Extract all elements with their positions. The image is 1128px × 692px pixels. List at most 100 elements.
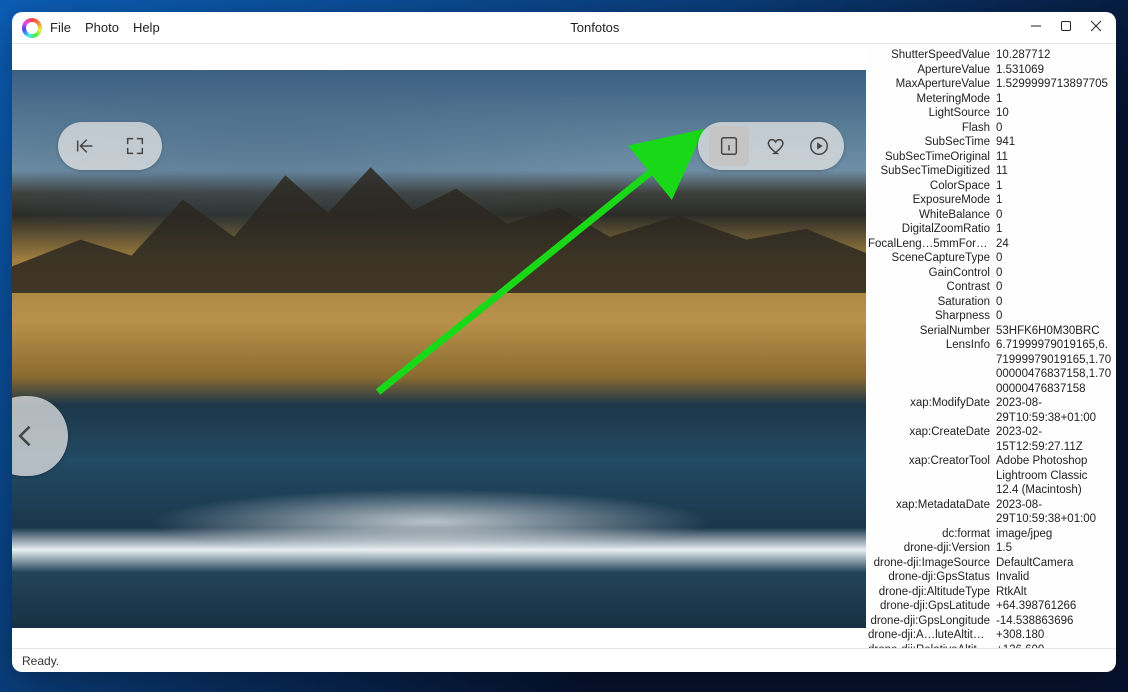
- metadata-value: 1: [994, 222, 1112, 237]
- metadata-key: xap:MetadataDate: [868, 498, 994, 527]
- app-window: File Photo Help Tonfotos: [12, 12, 1116, 672]
- metadata-row: ShutterSpeedValue10.287712: [868, 48, 1112, 63]
- metadata-key: xap:CreateDate: [868, 425, 994, 454]
- fullscreen-button[interactable]: [121, 132, 149, 160]
- metadata-key: Sharpness: [868, 309, 994, 324]
- metadata-key: dc:format: [868, 527, 994, 542]
- metadata-value: -14.538863696: [994, 614, 1112, 629]
- metadata-key: xap:CreatorTool: [868, 454, 994, 498]
- metadata-row: LightSource10: [868, 106, 1112, 121]
- metadata-value: image/jpeg: [994, 527, 1112, 542]
- metadata-value: +308.180: [994, 628, 1112, 643]
- metadata-key: FocalLeng…5mmFormat: [868, 237, 994, 252]
- metadata-key: drone-dji:AltitudeType: [868, 585, 994, 600]
- metadata-row: SubSecTime941: [868, 135, 1112, 150]
- metadata-key: WhiteBalance: [868, 208, 994, 223]
- metadata-panel[interactable]: ShutterSpeedValue10.287712ApertureValue1…: [866, 44, 1116, 648]
- metadata-row: drone-dji:GpsLatitude+64.398761266: [868, 599, 1112, 614]
- metadata-row: SubSecTimeOriginal11: [868, 150, 1112, 165]
- back-button[interactable]: [71, 132, 99, 160]
- slideshow-button[interactable]: [805, 132, 833, 160]
- statusbar: Ready.: [12, 648, 1116, 672]
- photo-surf: [97, 483, 763, 561]
- metadata-value: 2023-08-29T10:59:38+01:00: [994, 498, 1112, 527]
- metadata-row: Saturation0: [868, 295, 1112, 310]
- metadata-value: 24: [994, 237, 1112, 252]
- metadata-key: LightSource: [868, 106, 994, 121]
- metadata-row: ColorSpace1: [868, 179, 1112, 194]
- metadata-row: drone-dji:AltitudeTypeRtkAlt: [868, 585, 1112, 600]
- metadata-value: 1: [994, 92, 1112, 107]
- metadata-key: MeteringMode: [868, 92, 994, 107]
- metadata-key: drone-dji:GpsLongitude: [868, 614, 994, 629]
- metadata-value: 0: [994, 208, 1112, 223]
- metadata-row: dc:formatimage/jpeg: [868, 527, 1112, 542]
- metadata-value: 1.5: [994, 541, 1112, 556]
- metadata-row: drone-dji:GpsLongitude-14.538863696: [868, 614, 1112, 629]
- metadata-key: drone-dji:Version: [868, 541, 994, 556]
- window-controls: [1030, 20, 1110, 35]
- metadata-value: 1: [994, 193, 1112, 208]
- metadata-value: 53HFK6H0M30BRC: [994, 324, 1112, 339]
- metadata-value: 2023-08-29T10:59:38+01:00: [994, 396, 1112, 425]
- metadata-value: 0: [994, 121, 1112, 136]
- metadata-row: drone-dji:ImageSourceDefaultCamera: [868, 556, 1112, 571]
- metadata-key: ColorSpace: [868, 179, 994, 194]
- metadata-row: xap:MetadataDate2023-08-29T10:59:38+01:0…: [868, 498, 1112, 527]
- maximize-button[interactable]: [1060, 20, 1072, 35]
- metadata-value: +64.398761266: [994, 599, 1112, 614]
- photo-mountains: [12, 159, 866, 293]
- metadata-row: ExposureMode1: [868, 193, 1112, 208]
- metadata-value: 0: [994, 309, 1112, 324]
- metadata-row: xap:ModifyDate2023-08-29T10:59:38+01:00: [868, 396, 1112, 425]
- window-title: Tonfotos: [160, 20, 1030, 35]
- metadata-row: Flash0: [868, 121, 1112, 136]
- metadata-value: 1: [994, 179, 1112, 194]
- menu-help[interactable]: Help: [133, 20, 160, 35]
- metadata-value: 2023-02-15T12:59:27.11Z: [994, 425, 1112, 454]
- metadata-key: DigitalZoomRatio: [868, 222, 994, 237]
- menu-file[interactable]: File: [50, 20, 71, 35]
- metadata-value: 1.531069: [994, 63, 1112, 78]
- titlebar: File Photo Help Tonfotos: [12, 12, 1116, 44]
- metadata-key: Saturation: [868, 295, 994, 310]
- metadata-row: FocalLeng…5mmFormat24: [868, 237, 1112, 252]
- metadata-key: ExposureMode: [868, 193, 994, 208]
- metadata-key: SerialNumber: [868, 324, 994, 339]
- metadata-value: DefaultCamera: [994, 556, 1112, 571]
- image-canvas[interactable]: [12, 44, 866, 648]
- metadata-key: SceneCaptureType: [868, 251, 994, 266]
- metadata-key: ShutterSpeedValue: [868, 48, 994, 63]
- viewer-controls-right: [698, 122, 844, 170]
- info-button[interactable]: [709, 126, 749, 166]
- metadata-key: drone-dji:GpsStatus: [868, 570, 994, 585]
- metadata-row: MaxApertureValue1.5299999713897705: [868, 77, 1112, 92]
- metadata-value: 1.5299999713897705: [994, 77, 1112, 92]
- content-area: ShutterSpeedValue10.287712ApertureValue1…: [12, 44, 1116, 648]
- metadata-row: xap:CreatorToolAdobe Photoshop Lightroom…: [868, 454, 1112, 498]
- metadata-key: drone-dji:GpsLatitude: [868, 599, 994, 614]
- metadata-key: SubSecTimeOriginal: [868, 150, 994, 165]
- metadata-row: DigitalZoomRatio1: [868, 222, 1112, 237]
- metadata-value: 0: [994, 280, 1112, 295]
- metadata-key: GainControl: [868, 266, 994, 281]
- metadata-key: drone-dji:A…luteAltitude: [868, 628, 994, 643]
- menu-photo[interactable]: Photo: [85, 20, 119, 35]
- metadata-key: LensInfo: [868, 338, 994, 396]
- minimize-button[interactable]: [1030, 20, 1042, 35]
- metadata-row: drone-dji:Version1.5: [868, 541, 1112, 556]
- favorite-button[interactable]: [763, 132, 791, 160]
- metadata-key: Contrast: [868, 280, 994, 295]
- metadata-value: 0: [994, 266, 1112, 281]
- metadata-key: ApertureValue: [868, 63, 994, 78]
- metadata-value: 10.287712: [994, 48, 1112, 63]
- metadata-key: xap:ModifyDate: [868, 396, 994, 425]
- metadata-row: SerialNumber53HFK6H0M30BRC: [868, 324, 1112, 339]
- metadata-value: 0: [994, 251, 1112, 266]
- metadata-key: MaxApertureValue: [868, 77, 994, 92]
- close-button[interactable]: [1090, 20, 1102, 35]
- metadata-value: RtkAlt: [994, 585, 1112, 600]
- viewer-controls-left: [58, 122, 162, 170]
- metadata-value: 6.71999979019165,6.71999979019165,1.7000…: [994, 338, 1112, 396]
- metadata-value: 11: [994, 150, 1112, 165]
